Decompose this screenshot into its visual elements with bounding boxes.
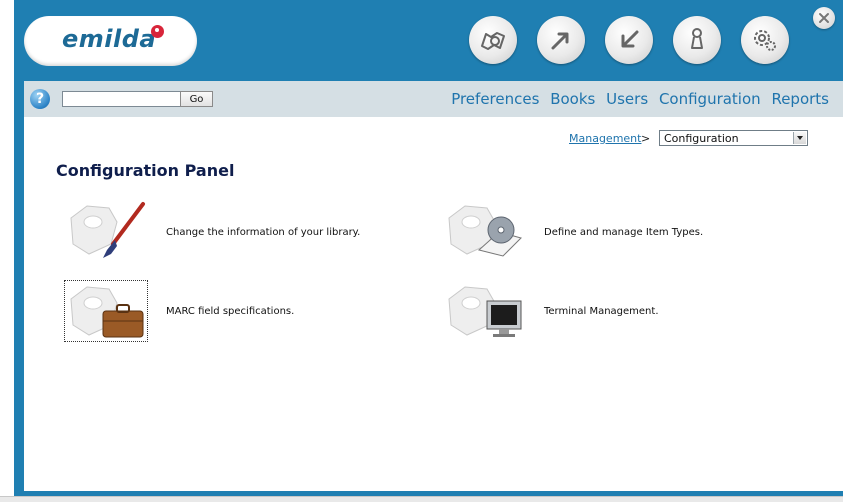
- config-item-library-info[interactable]: Change the information of your library.: [65, 200, 395, 262]
- logo-text: emilda: [62, 25, 157, 53]
- main-content: Management > Configuration Configuration…: [24, 117, 843, 491]
- chevron-down-icon[interactable]: [793, 132, 806, 144]
- emilda-logo[interactable]: emilda: [24, 16, 197, 66]
- config-item-label[interactable]: Change the information of your library.: [166, 227, 360, 238]
- nav-books[interactable]: Books: [550, 90, 595, 108]
- marc-briefcase-icon: [64, 280, 148, 342]
- section-select[interactable]: Configuration: [659, 130, 808, 146]
- config-item-terminal[interactable]: Terminal Management.: [445, 281, 755, 343]
- item-types-book-cd-icon: [448, 205, 522, 257]
- config-item-label[interactable]: MARC field specifications.: [166, 306, 294, 317]
- share-button[interactable]: [537, 16, 585, 64]
- browse-button[interactable]: [469, 16, 517, 64]
- app-header: emilda: [14, 0, 843, 81]
- logo-mark: [151, 25, 164, 38]
- user-button[interactable]: [673, 16, 721, 64]
- close-button[interactable]: [813, 7, 835, 29]
- nav-preferences[interactable]: Preferences: [451, 90, 539, 108]
- nav-reports[interactable]: Reports: [771, 90, 829, 108]
- frame-left-border: [14, 81, 24, 491]
- close-icon: [819, 13, 829, 23]
- config-item-label[interactable]: Define and manage Item Types.: [544, 227, 703, 238]
- nav-users[interactable]: Users: [606, 90, 648, 108]
- breadcrumb-separator: >: [641, 132, 651, 145]
- page-title: Configuration Panel: [56, 161, 235, 180]
- nav-configuration[interactable]: Configuration: [659, 90, 761, 108]
- config-item-item-types[interactable]: Define and manage Item Types.: [445, 200, 755, 262]
- breadcrumb-management-link[interactable]: Management: [569, 132, 641, 145]
- config-item-label[interactable]: Terminal Management.: [544, 306, 659, 317]
- search-input[interactable]: [62, 91, 182, 107]
- pawn-icon: [691, 28, 703, 49]
- return-icon: [621, 30, 639, 48]
- share-icon: [551, 32, 569, 50]
- section-select-value: Configuration: [664, 132, 739, 145]
- main-nav: Preferences Books Users Configuration Re…: [445, 90, 829, 108]
- return-button[interactable]: [605, 16, 653, 64]
- browse-icon: [481, 32, 505, 50]
- window-bottom-edge: [0, 496, 843, 502]
- library-paintbrush-icon: [70, 202, 145, 258]
- search-nav-bar: ? Go Preferences Books Users Configurati…: [24, 81, 843, 117]
- settings-button[interactable]: [741, 16, 789, 64]
- terminal-monitor-icon: [448, 286, 522, 337]
- config-item-marc-fields[interactable]: MARC field specifications.: [64, 280, 395, 343]
- help-icon[interactable]: ?: [30, 89, 50, 109]
- go-button[interactable]: Go: [180, 91, 213, 107]
- gears-icon: [754, 30, 776, 51]
